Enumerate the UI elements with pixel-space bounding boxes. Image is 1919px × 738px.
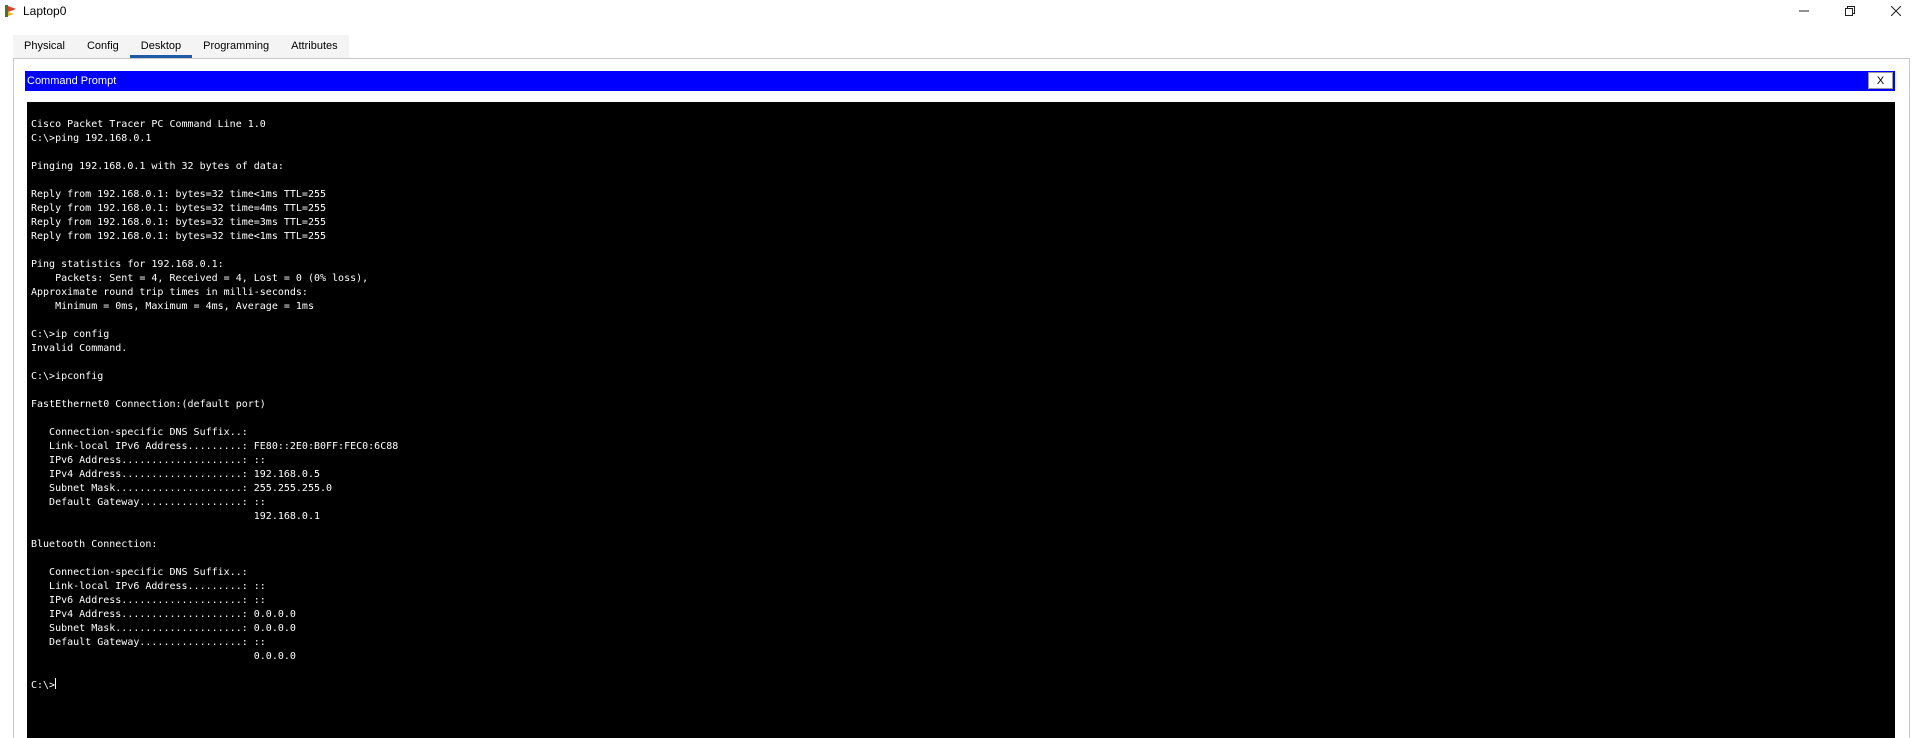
minimize-icon xyxy=(1799,10,1809,12)
tab-attributes[interactable]: Attributes xyxy=(280,35,349,58)
terminal-output: Cisco Packet Tracer PC Command Line 1.0 … xyxy=(31,119,399,662)
command-prompt-close-button[interactable]: X xyxy=(1868,72,1893,89)
close-window-button[interactable] xyxy=(1873,0,1919,22)
window-title: Laptop0 xyxy=(23,4,67,18)
close-icon xyxy=(1891,6,1901,16)
minimize-button[interactable] xyxy=(1781,0,1827,22)
command-prompt-title: Command Prompt xyxy=(27,75,117,87)
terminal-prompt: C:\> xyxy=(31,680,56,691)
tab-desktop[interactable]: Desktop xyxy=(129,35,193,58)
terminal-output-container: Cisco Packet Tracer PC Command Line 1.0 … xyxy=(27,102,1895,693)
laptop-window: Laptop0 Physical Config Desktop Programm… xyxy=(0,0,1919,738)
tab-config[interactable]: Config xyxy=(75,35,130,58)
tab-physical[interactable]: Physical xyxy=(13,35,76,58)
command-prompt-header: Command Prompt X xyxy=(25,71,1895,91)
tab-programming[interactable]: Programming xyxy=(192,35,281,58)
terminal-area[interactable]: Cisco Packet Tracer PC Command Line 1.0 … xyxy=(27,102,1895,738)
packet-tracer-app-icon xyxy=(4,4,18,18)
restore-button[interactable] xyxy=(1827,0,1873,22)
desktop-content: Command Prompt X Cisco Packet Tracer PC … xyxy=(13,58,1910,738)
window-controls xyxy=(1781,0,1919,22)
restore-icon xyxy=(1845,6,1855,16)
text-cursor xyxy=(55,678,57,689)
device-tab-bar: Physical Config Desktop Programming Attr… xyxy=(13,35,349,58)
title-bar[interactable]: Laptop0 xyxy=(0,0,1919,22)
